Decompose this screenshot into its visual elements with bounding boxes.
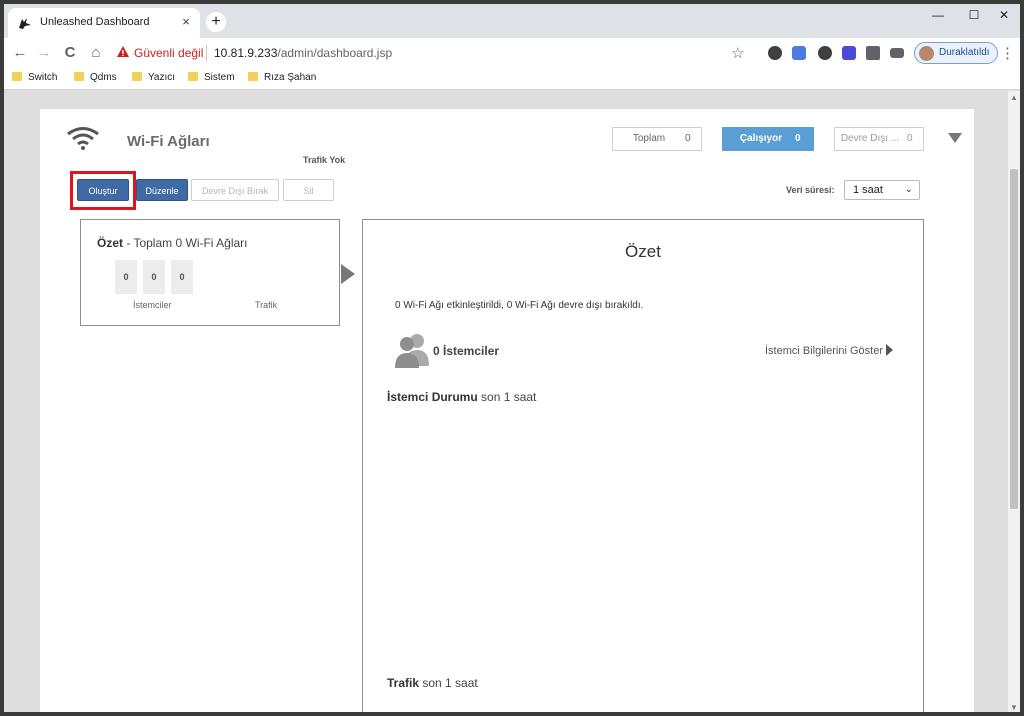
- scroll-down-icon[interactable]: ▼: [1010, 703, 1018, 712]
- back-icon[interactable]: ←: [10, 43, 30, 63]
- bookmark-item[interactable]: Sistem: [188, 72, 235, 86]
- url-path: /admin/dashboard.jsp: [277, 46, 393, 60]
- media-queue-icon[interactable]: [890, 48, 904, 58]
- url-text: 10.81.9.233/admin/dashboard.jsp: [214, 46, 392, 60]
- folder-icon: [248, 72, 258, 81]
- count-tile: 0: [143, 260, 165, 294]
- tab-strip: Unleashed Dashboard × + — ☐ ✕: [4, 4, 1020, 38]
- bookmark-item[interactable]: Switch: [12, 72, 57, 86]
- wifi-icon: [67, 127, 99, 150]
- extension-d-icon[interactable]: [842, 46, 856, 60]
- summary-message: 0 Wi-Fi Ağı etkinleştirildi, 0 Wi-Fi Ağı…: [395, 300, 644, 311]
- bookmark-star-icon[interactable]: ☆: [731, 44, 744, 62]
- menu-dots-icon[interactable]: ⋮: [1000, 44, 1015, 62]
- show-client-info-link[interactable]: İstemci Bilgilerini Göster: [765, 344, 893, 357]
- detail-title: Özet: [625, 242, 661, 261]
- tab-title: Unleashed Dashboard: [40, 16, 150, 28]
- extensions-puzzle-icon[interactable]: [866, 46, 880, 60]
- bookmark-item[interactable]: Qdms: [74, 72, 117, 86]
- minimize-icon[interactable]: —: [920, 6, 956, 24]
- folder-icon: [74, 72, 84, 81]
- selection-pointer-icon: [341, 264, 355, 284]
- profile-button[interactable]: Duraklatıldı: [914, 42, 998, 64]
- omnibox-divider: [206, 45, 207, 61]
- traffic-heading: Trafik son 1 saat: [387, 676, 478, 690]
- avatar: [919, 46, 934, 61]
- wifi-networks-card: Wi-Fi Ağları Trafik Yok Toplam 0 Çalışıy…: [40, 109, 974, 712]
- page-scrollbar[interactable]: ▲ ▼: [1008, 91, 1020, 712]
- scrollbar-thumb[interactable]: [1010, 169, 1018, 509]
- traffic-label: Trafik: [255, 300, 278, 310]
- tab-close-icon[interactable]: ×: [178, 14, 194, 30]
- count-tile: 0: [115, 260, 137, 294]
- summary-title: Özet - Toplam 0 Wi-Fi Ağları: [97, 236, 248, 250]
- chevron-down-icon: ⌄: [904, 184, 913, 195]
- scroll-up-icon[interactable]: ▲: [1010, 93, 1018, 102]
- data-period-label: Veri süresi:: [786, 185, 835, 195]
- bookmarks-bar: Switch Qdms Yazıcı Sistem Rıza Şahan: [4, 68, 1020, 90]
- extension-translate-icon[interactable]: [792, 46, 806, 60]
- download-icon[interactable]: [818, 46, 832, 60]
- bookmark-item[interactable]: Yazıcı: [132, 72, 175, 86]
- reload-icon[interactable]: C: [60, 43, 80, 63]
- detail-panel: Özet 0 Wi-Fi Ağı etkinleştirildi, 0 Wi-F…: [362, 219, 924, 712]
- clients-count: 0 İstemciler: [433, 344, 500, 358]
- bookmark-item[interactable]: Rıza Şahan: [248, 72, 316, 86]
- address-bar[interactable]: Güvenli değil 10.81.9.233/admin/dashboar…: [112, 41, 752, 65]
- page-content: Wi-Fi Ağları Trafik Yok Toplam 0 Çalışıy…: [4, 91, 1008, 712]
- new-tab-button[interactable]: +: [206, 12, 226, 32]
- delete-button[interactable]: Sil: [283, 179, 334, 201]
- home-icon[interactable]: ⌂: [86, 43, 106, 63]
- users-icon: [395, 334, 429, 368]
- close-window-icon[interactable]: ✕: [986, 6, 1020, 24]
- warning-icon: [117, 46, 129, 57]
- extension-1-icon[interactable]: [768, 46, 782, 60]
- stat-running[interactable]: Çalışıyor 0: [722, 127, 814, 151]
- url-host: 10.81.9.233: [214, 46, 278, 60]
- data-period-select[interactable]: 1 saat ⌄: [844, 180, 920, 200]
- summary-panel[interactable]: Özet - Toplam 0 Wi-Fi Ağları 0 0 0 İstem…: [80, 219, 340, 326]
- triangle-right-icon: [885, 344, 893, 356]
- stat-disabled[interactable]: Devre Dışı ... 0: [834, 127, 924, 151]
- highlight-box: [70, 171, 136, 210]
- page-title: Wi-Fi Ağları: [127, 133, 210, 150]
- browser-window: Unleashed Dashboard × + — ☐ ✕ ← → C ⌂ Gü…: [0, 0, 1024, 716]
- folder-icon: [188, 72, 198, 81]
- ruckus-dog-icon: [19, 18, 31, 29]
- disable-button[interactable]: Devre Dışı Bırak: [191, 179, 279, 201]
- folder-icon: [12, 72, 22, 81]
- client-status-heading: İstemci Durumu son 1 saat: [387, 390, 537, 404]
- forward-icon[interactable]: →: [34, 43, 54, 63]
- profile-status: Duraklatıldı: [939, 47, 990, 58]
- collapse-toggle-icon[interactable]: [948, 133, 962, 143]
- clients-label: İstemciler: [133, 300, 172, 310]
- browser-toolbar: ← → C ⌂ Güvenli değil 10.81.9.233/admin/…: [4, 38, 1020, 68]
- edit-button[interactable]: Düzenle: [136, 179, 188, 201]
- security-label: Güvenli değil: [134, 46, 204, 60]
- folder-icon: [132, 72, 142, 81]
- traffic-status: Trafik Yok: [303, 155, 346, 165]
- count-tile: 0: [171, 260, 193, 294]
- tab-unleashed-dashboard[interactable]: Unleashed Dashboard ×: [8, 8, 200, 38]
- stat-total[interactable]: Toplam 0: [612, 127, 702, 151]
